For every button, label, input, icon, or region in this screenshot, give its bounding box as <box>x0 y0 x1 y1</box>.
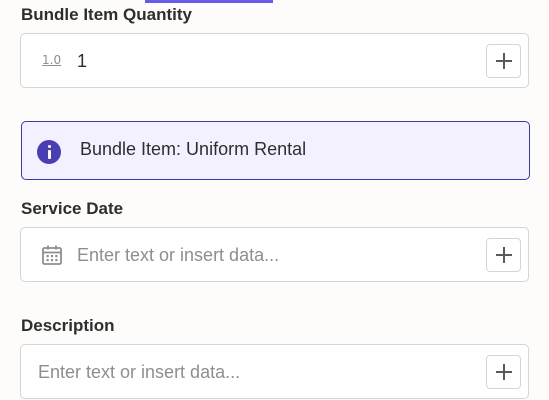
active-tab-indicator <box>145 0 273 3</box>
bundle-item-quantity-input[interactable]: 1.0 1 <box>20 33 529 88</box>
form-page: Bundle Item Quantity 1.0 1 Bundle Item: … <box>0 0 549 400</box>
bundle-item-quantity-insert-button[interactable] <box>486 44 521 78</box>
info-icon <box>37 140 61 164</box>
bundle-item-quantity-label: Bundle Item Quantity <box>21 5 192 24</box>
description-insert-button[interactable] <box>486 355 521 389</box>
service-date-input[interactable]: Enter text or insert data... <box>20 227 529 282</box>
bundle-item-banner-text: Bundle Item: Uniform Rental <box>80 139 307 159</box>
description-input[interactable]: Enter text or insert data... <box>20 344 529 399</box>
bundle-item-quantity-value: 1 <box>77 51 88 71</box>
calendar-icon <box>42 245 62 265</box>
number-type-icon: 1.0 <box>42 53 62 67</box>
service-date-placeholder: Enter text or insert data... <box>77 245 280 265</box>
service-date-insert-button[interactable] <box>486 238 521 272</box>
bundle-item-info-banner: Bundle Item: Uniform Rental <box>21 121 530 180</box>
description-placeholder: Enter text or insert data... <box>38 362 241 382</box>
description-label: Description <box>21 316 115 335</box>
service-date-label: Service Date <box>21 199 124 218</box>
